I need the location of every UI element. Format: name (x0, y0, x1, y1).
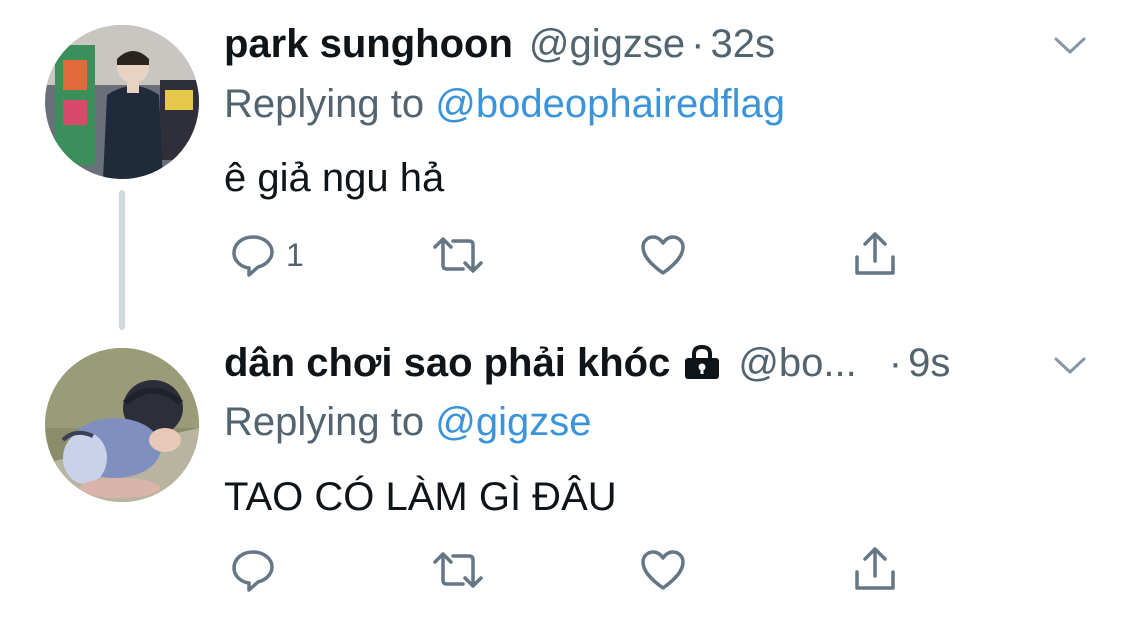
retweet-button[interactable] (429, 230, 487, 280)
retweet-icon (433, 552, 483, 588)
tweet-header: dân chơi sao phải khóc @bo... · 9s (224, 340, 1085, 390)
lock-icon (685, 344, 720, 379)
display-name[interactable]: park sunghoon (224, 22, 513, 67)
reply-icon (232, 550, 274, 592)
avatar[interactable] (45, 25, 199, 179)
share-button[interactable] (852, 545, 898, 595)
like-icon (641, 235, 685, 275)
display-name[interactable]: dân chơi sao phải khóc (224, 341, 670, 386)
replying-to: Replying to @bodeophairedflag (224, 82, 785, 127)
share-icon (855, 547, 895, 590)
reply-icon (232, 235, 274, 277)
like-button[interactable] (639, 230, 687, 280)
replying-prefix: Replying to (224, 400, 425, 444)
timestamp[interactable]: 9s (908, 341, 950, 386)
replying-prefix: Replying to (224, 82, 425, 126)
retweet-icon (433, 237, 483, 273)
share-icon (855, 232, 895, 275)
reply-count: 1 (286, 236, 304, 273)
avatar[interactable] (45, 348, 199, 502)
tweet[interactable]: park sunghoon @gigzse · 32s Replying to … (0, 0, 1125, 330)
tweet-actions (224, 545, 924, 595)
reply-button[interactable]: 1 (230, 230, 304, 280)
chevron-down-icon[interactable] (1053, 35, 1087, 57)
like-button[interactable] (639, 545, 687, 595)
reply-mention-link[interactable]: @bodeophairedflag (435, 82, 785, 126)
separator: · (888, 341, 903, 385)
handle[interactable]: @bo... (738, 341, 856, 386)
tweet-header: park sunghoon @gigzse · 32s (224, 22, 1085, 72)
share-button[interactable] (852, 230, 898, 280)
tweet-actions: 1 (224, 230, 924, 280)
reply-button[interactable] (230, 545, 286, 595)
reply-mention-link[interactable]: @gigzse (435, 400, 591, 444)
retweet-button[interactable] (429, 545, 487, 595)
tweet[interactable]: dân chơi sao phải khóc @bo... · 9s Reply… (0, 330, 1125, 620)
timestamp[interactable]: 32s (710, 22, 775, 67)
tweet-text: TAO CÓ LÀM GÌ ĐÂU (224, 475, 617, 519)
chevron-down-icon[interactable] (1053, 355, 1087, 377)
like-icon (641, 550, 685, 590)
separator: · (691, 22, 705, 66)
handle[interactable]: @gigzse (529, 22, 685, 67)
tweet-text: ê giả ngu hả (224, 156, 445, 200)
replying-to: Replying to @gigzse (224, 400, 591, 445)
thread-line (119, 190, 125, 330)
